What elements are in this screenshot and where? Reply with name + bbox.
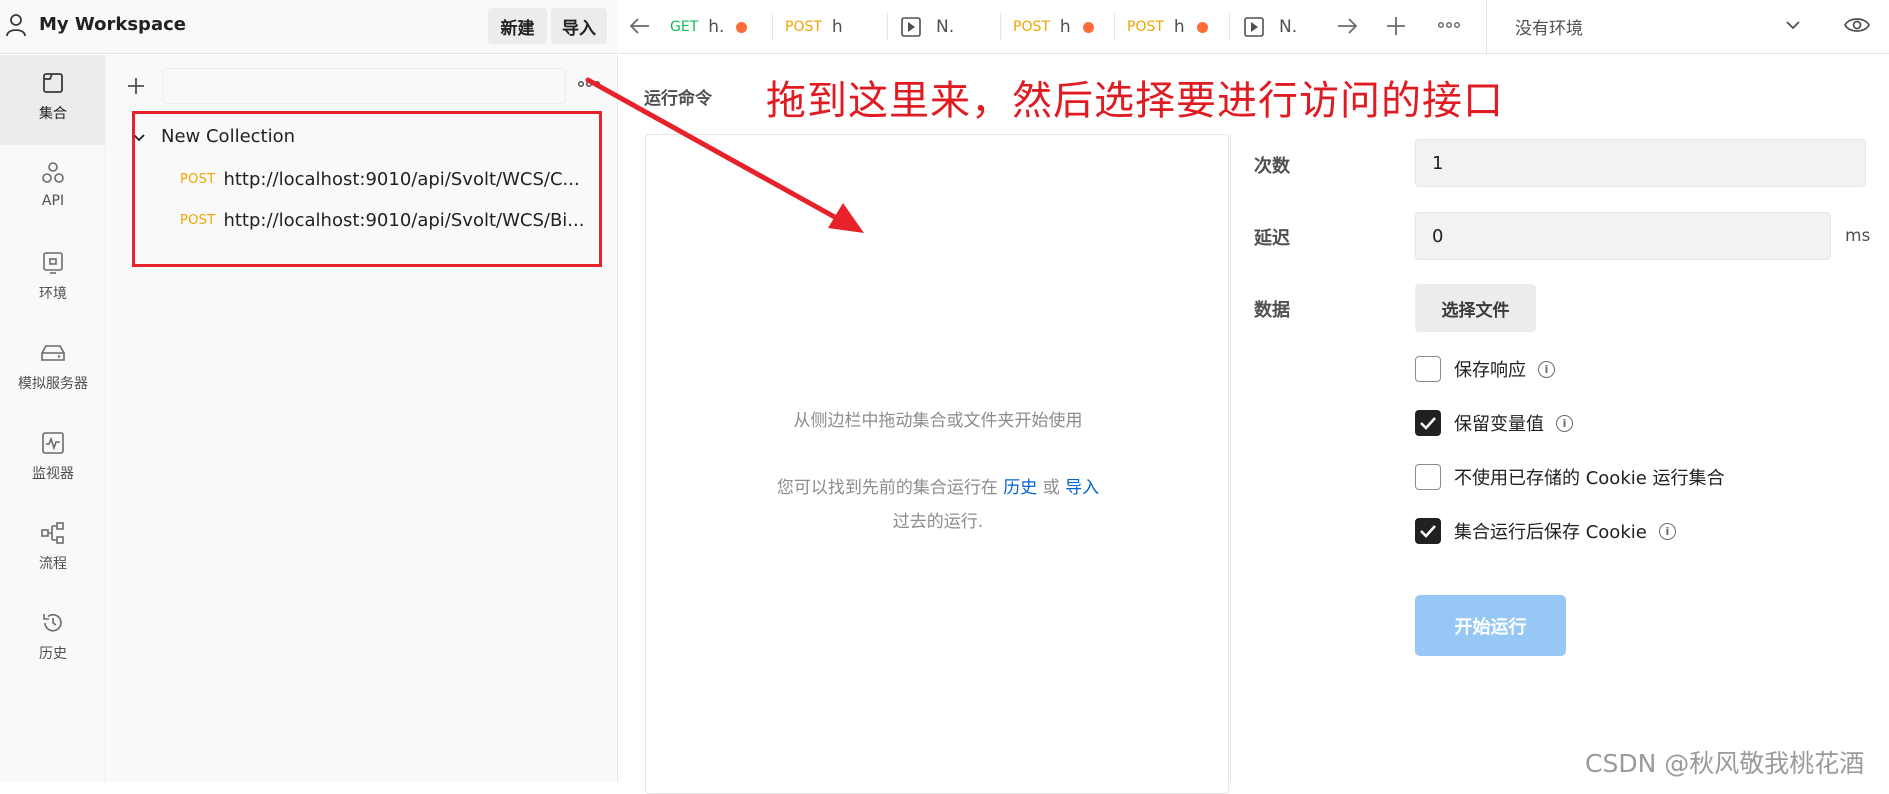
method-badge: POST	[785, 19, 822, 35]
divider	[1230, 134, 1231, 782]
tab-request[interactable]: POST h	[1013, 0, 1094, 54]
add-collection-icon[interactable]	[126, 76, 146, 96]
option-label: 保留变量值	[1454, 414, 1544, 435]
new-tab-icon[interactable]	[1385, 15, 1407, 37]
rail-item-history[interactable]: 历史	[0, 595, 106, 685]
info-icon[interactable]: i	[1658, 522, 1676, 540]
rail-item-monitors[interactable]: 监视器	[0, 415, 106, 505]
user-icon[interactable]	[5, 13, 27, 37]
rail-item-flows[interactable]: 流程	[0, 505, 106, 595]
watermark: CSDN @秋风敬我桃花酒	[1585, 749, 1865, 778]
checkmark-icon	[1420, 417, 1436, 430]
method-badge: POST	[1013, 19, 1050, 35]
empty-state-text: 从侧边栏中拖动集合或文件夹开始使用	[793, 411, 1083, 431]
tab-separator	[1229, 13, 1230, 41]
history-link[interactable]: 历史	[1003, 478, 1037, 498]
api-icon	[42, 162, 64, 183]
run-button[interactable]: 开始运行	[1415, 595, 1566, 656]
nav-rail: 集合 API 环境 模拟服务器 监视器 流程 历史	[0, 55, 106, 782]
unsaved-dot-icon	[1196, 21, 1208, 33]
method-badge: GET	[670, 19, 699, 35]
empty-state-hint-end: 过去的运行.	[892, 512, 984, 532]
history-icon	[43, 613, 62, 632]
tab-request[interactable]: POST h	[1127, 0, 1208, 54]
tab-separator	[887, 13, 888, 41]
import-link[interactable]: 导入	[1065, 478, 1099, 498]
checkmark-icon	[1420, 525, 1436, 538]
forward-arrow-icon[interactable]	[1336, 16, 1358, 36]
rail-item-api[interactable]: API	[0, 145, 106, 235]
unsaved-dot-icon	[1082, 21, 1094, 33]
info-icon[interactable]: i	[1538, 360, 1555, 378]
option-label: 不使用已存储的 Cookie 运行集合	[1454, 468, 1725, 489]
tab-title: N.	[1279, 17, 1298, 37]
eye-icon[interactable]	[1844, 14, 1870, 36]
method-badge: POST	[1127, 19, 1164, 35]
checkbox[interactable]	[1415, 518, 1441, 544]
option-label: 集合运行后保存 Cookie	[1454, 522, 1647, 543]
import-button[interactable]: 导入	[551, 8, 607, 44]
rail-label: 监视器	[32, 466, 74, 482]
rail-label: 集合	[39, 106, 67, 122]
tab-request[interactable]: POST h	[785, 0, 843, 54]
flows-icon	[41, 522, 64, 544]
delay-input[interactable]: 0	[1415, 212, 1831, 260]
annotation-arrow-icon	[585, 77, 864, 233]
tab-runner[interactable]: N.	[1243, 0, 1297, 54]
back-arrow-icon[interactable]	[629, 16, 651, 36]
tab-title: h.	[708, 17, 725, 37]
new-button[interactable]: 新建	[488, 8, 547, 44]
more-options-icon[interactable]	[1437, 20, 1461, 30]
info-icon[interactable]: i	[1556, 414, 1573, 432]
option-save-cookies[interactable]: 集合运行后保存 Cookie i	[1415, 518, 1676, 544]
rail-item-collections[interactable]: 集合	[0, 55, 106, 145]
data-label: 数据	[1254, 300, 1290, 321]
runner-icon	[901, 17, 921, 37]
collections-icon	[43, 73, 63, 93]
tab-separator	[772, 13, 773, 41]
rail-item-mock-servers[interactable]: 模拟服务器	[0, 325, 106, 415]
unsaved-dot-icon	[736, 21, 748, 33]
search-input[interactable]	[163, 68, 566, 104]
checkbox[interactable]	[1415, 464, 1441, 490]
tab-separator	[1114, 13, 1115, 41]
chevron-down-icon[interactable]	[1785, 18, 1801, 32]
tab-title: N.	[936, 17, 955, 37]
rail-label: 模拟服务器	[18, 376, 88, 392]
option-persist-variables[interactable]: 保留变量值 i	[1415, 410, 1573, 436]
environment-selector[interactable]: 没有环境	[1515, 14, 1583, 39]
iterations-input[interactable]: 1	[1415, 139, 1866, 187]
select-file-button[interactable]: 选择文件	[1415, 284, 1536, 332]
rail-label: 环境	[39, 286, 67, 302]
tab-runner[interactable]: N.	[900, 0, 954, 54]
tab-title: h	[1173, 17, 1185, 37]
checkbox[interactable]	[1415, 410, 1441, 436]
tab-title: h	[1059, 17, 1071, 37]
monitor-icon	[42, 432, 64, 454]
runner-icon	[1244, 17, 1264, 37]
hint-prefix: 您可以找到先前的集合运行在	[776, 478, 998, 498]
workspace-title[interactable]: My Workspace	[39, 14, 186, 35]
environment-icon	[43, 252, 63, 274]
iterations-label: 次数	[1254, 156, 1290, 177]
rail-label: API	[41, 193, 65, 209]
rail-item-environments[interactable]: 环境	[0, 235, 106, 325]
option-label: 保存响应	[1454, 360, 1526, 381]
highlight-box	[132, 111, 602, 267]
rail-label: 历史	[39, 646, 67, 662]
option-no-stored-cookies[interactable]: 不使用已存储的 Cookie 运行集合	[1415, 464, 1725, 490]
option-save-responses[interactable]: 保存响应 i	[1415, 356, 1555, 382]
divider	[1486, 0, 1487, 54]
tab-title: h	[831, 17, 843, 37]
tab-separator	[1000, 13, 1001, 41]
empty-state-hint: 您可以找到先前的集合运行在 历史 或 导入	[646, 473, 1230, 498]
mock-server-icon	[41, 345, 65, 361]
delay-unit: ms	[1845, 226, 1871, 246]
checkbox[interactable]	[1415, 356, 1441, 382]
rail-label: 流程	[39, 556, 67, 572]
hint-or: 或	[1042, 478, 1060, 498]
delay-label: 延迟	[1254, 228, 1290, 249]
tab-request[interactable]: GET h.	[670, 0, 748, 54]
